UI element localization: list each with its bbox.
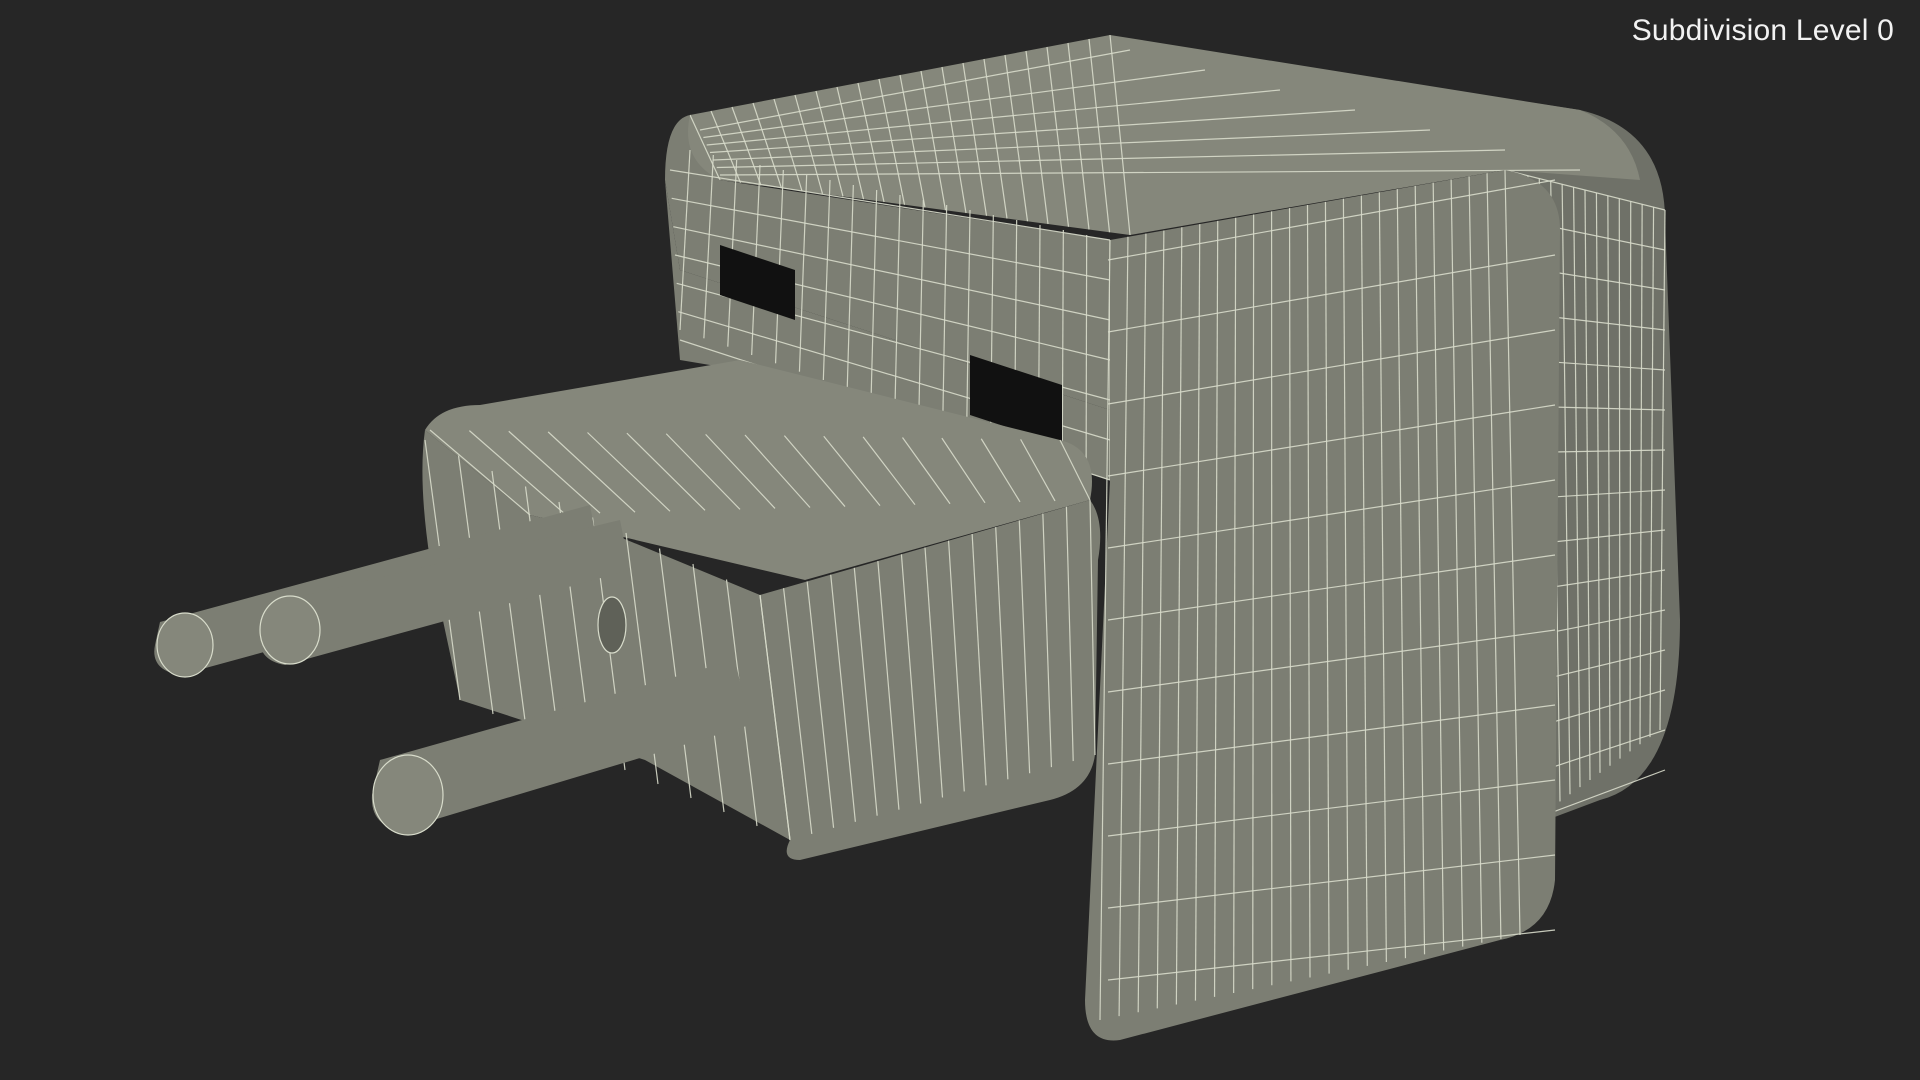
plug-ground-hole [597, 596, 627, 654]
3d-viewport[interactable]: Subdivision Level 0 [0, 0, 1920, 1080]
plug-adapter-wireframe-model[interactable] [0, 0, 1920, 1080]
adapter-body-right-face [1085, 169, 1560, 1041]
